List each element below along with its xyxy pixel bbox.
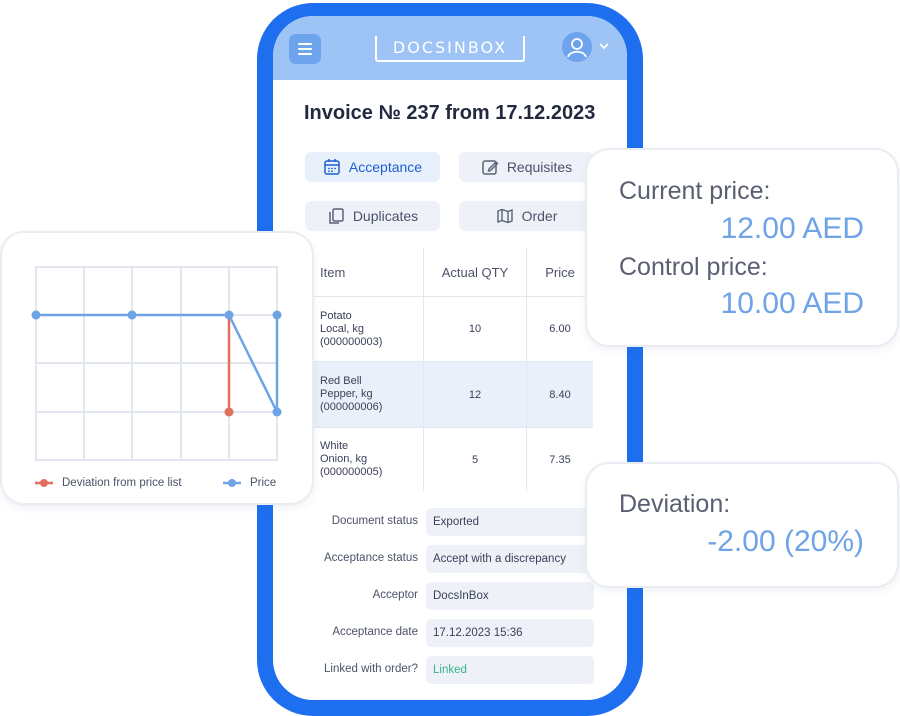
legend-deviation-label: Deviation from price list: [62, 477, 182, 489]
chevron-down-icon[interactable]: [599, 42, 609, 50]
legend-price-marker: [223, 479, 241, 487]
price-point: [272, 407, 282, 417]
item-name: Red Bell Pepper, kg (000000006): [320, 375, 383, 413]
table-header: Item Actual QTY Price: [303, 248, 593, 296]
edit-icon: [482, 160, 499, 175]
item-price: 6.00: [549, 323, 571, 335]
invoice-title: Invoice № 237 from 17.12.2023: [304, 102, 596, 124]
deviation-card: Deviation: -2.00 (20%): [587, 464, 897, 586]
table-row[interactable]: Potato Local, kg (000000003) 10 6.00: [303, 296, 593, 361]
chart-grid: [35, 266, 278, 461]
control-price-label: Control price:: [619, 253, 768, 281]
app-logo: DOCSINBOX: [375, 36, 525, 62]
tab-requisites[interactable]: Requisites: [459, 152, 594, 182]
legend-deviation-marker: [35, 479, 53, 487]
price-point: [127, 310, 137, 320]
tab-acceptance[interactable]: Acceptance: [305, 152, 440, 182]
price-point: [31, 310, 41, 320]
acceptor-label: Acceptor: [372, 589, 418, 601]
item-qty: 12: [423, 362, 527, 427]
item-qty: 10: [423, 297, 527, 361]
acceptance-date-label: Acceptance date: [332, 626, 418, 638]
phone-screen: DOCSINBOX Invoice № 237 from 17.12.2023 …: [273, 16, 627, 700]
deviation-value: -2.00 (20%): [707, 525, 864, 558]
control-price-value: 10.00 AED: [720, 287, 864, 320]
item-name: White Onion, kg (000000005): [320, 440, 383, 478]
linked-order-value[interactable]: Linked: [426, 656, 594, 684]
price-point: [224, 310, 234, 320]
tab-acceptance-label: Acceptance: [348, 159, 423, 175]
menu-icon[interactable]: [289, 34, 321, 64]
user-icon: [567, 38, 587, 58]
tab-requisites-label: Requisites: [506, 159, 573, 175]
price-chart: [31, 266, 282, 461]
document-status-value: Exported: [426, 508, 594, 536]
acceptor-value: DocsInBox: [426, 582, 594, 610]
legend-deviation: Deviation from price list: [34, 477, 182, 489]
acceptance-date-value: 17.12.2023 15:36: [426, 619, 594, 647]
item-price: 7.35: [549, 453, 571, 466]
item-price: 8.40: [549, 388, 571, 401]
legend-price-label: Price: [250, 477, 277, 489]
deviation-label: Deviation:: [619, 490, 731, 518]
document-status-label: Document status: [331, 515, 418, 527]
price-point: [272, 310, 282, 320]
avatar[interactable]: [562, 32, 592, 62]
acceptance-status-label: Acceptance status: [324, 552, 418, 564]
header-actual-qty: Actual QTY: [423, 248, 527, 296]
app-bar: DOCSINBOX: [273, 16, 627, 80]
tab-duplicates[interactable]: Duplicates: [305, 201, 440, 231]
tab-order-label: Order: [521, 208, 558, 224]
tab-order[interactable]: Order: [459, 201, 594, 231]
price-card: Current price: 12.00 AED Control price: …: [587, 150, 897, 345]
item-name: Potato Local, kg (000000003): [320, 309, 383, 348]
tab-duplicates-label: Duplicates: [352, 208, 419, 224]
header-price: Price: [545, 264, 575, 280]
deviation-point: [224, 407, 234, 417]
table-row[interactable]: Red Bell Pepper, kg (000000006) 12 8.40: [303, 361, 593, 427]
linked-order-label: Linked with order?: [324, 663, 418, 675]
current-price-label: Current price:: [619, 177, 771, 205]
table-row[interactable]: White Onion, kg (000000005) 5 7.35: [303, 427, 593, 491]
chart-card: Deviation from price list Price: [2, 233, 312, 503]
map-icon: [496, 208, 513, 224]
item-qty: 5: [423, 428, 527, 491]
calendar-icon: [324, 159, 340, 175]
header-item: Item: [320, 264, 346, 280]
acceptance-status-value[interactable]: Accept with a discrepancy: [426, 545, 594, 573]
copy-icon: [329, 208, 344, 224]
legend-price: Price: [222, 477, 276, 489]
current-price-value: 12.00 AED: [720, 212, 864, 245]
